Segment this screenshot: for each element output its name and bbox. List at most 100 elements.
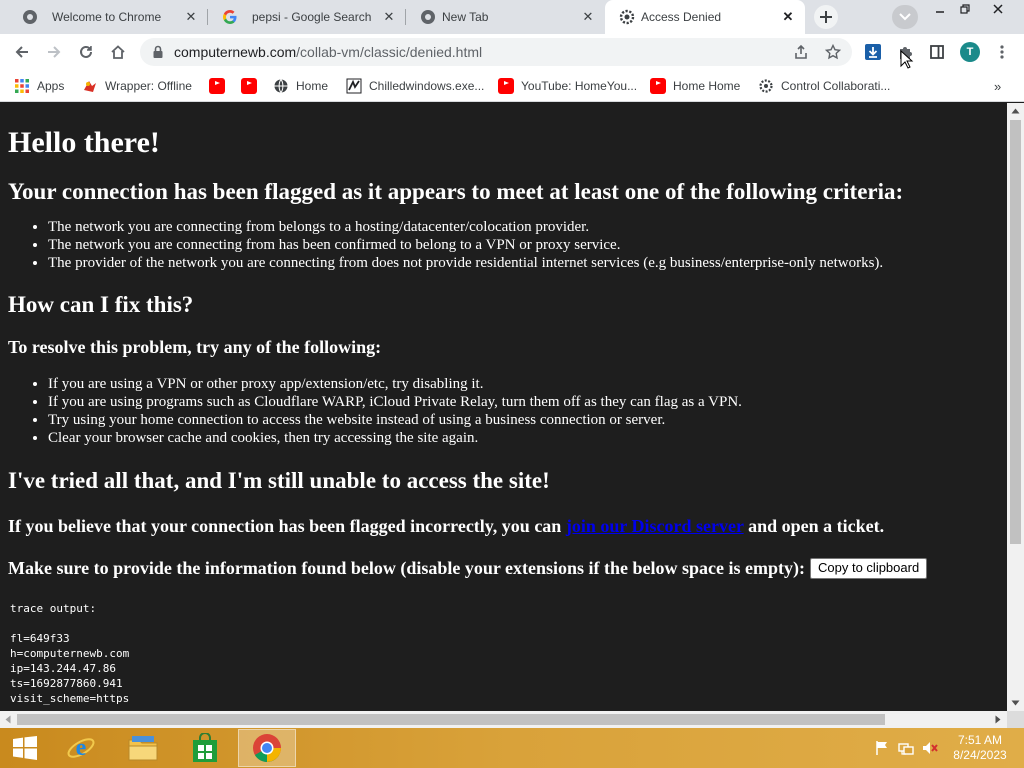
list-item: The network you are connecting from belo… xyxy=(48,218,999,236)
close-icon xyxy=(993,4,1003,14)
criteria-list: The network you are connecting from belo… xyxy=(8,218,999,272)
bookmark-chilledwindows[interactable]: Chilledwindows.exe... xyxy=(346,77,484,95)
incorrect-flag-text: If you believe that your connection has … xyxy=(8,515,999,537)
page-heading: Hello there! xyxy=(8,126,160,159)
menu-button[interactable] xyxy=(992,42,1012,62)
new-tab-button[interactable] xyxy=(814,5,838,29)
scroll-down-icon[interactable] xyxy=(1011,700,1020,706)
close-window-button[interactable] xyxy=(982,0,1014,18)
flagged-heading: Your connection has been flagged as it a… xyxy=(8,179,904,204)
start-button[interactable] xyxy=(0,729,50,767)
collab-icon xyxy=(759,79,773,93)
bookmark-label: Home xyxy=(296,79,329,93)
url-path: /collab-vm/classic/denied.html xyxy=(296,44,483,60)
youtube-icon xyxy=(209,78,225,94)
trace-line: fl=649f33 xyxy=(10,632,70,645)
bookmark-control-collaboration[interactable]: Control Collaborati... xyxy=(758,77,890,95)
forward-button[interactable] xyxy=(42,40,66,64)
discord-link[interactable]: join our Discord server xyxy=(566,516,744,536)
restore-button[interactable] xyxy=(950,0,980,18)
horizontal-scrollbar[interactable] xyxy=(0,711,1007,728)
svg-text:e: e xyxy=(76,735,87,761)
page-content: Hello there! Your connection has been fl… xyxy=(0,103,1007,711)
globe-icon xyxy=(274,79,288,93)
bookmark-youtube-1[interactable] xyxy=(209,77,232,95)
bookmarks-bar: Apps Wrapper: Offline Home Chilledwindow… xyxy=(0,70,1024,102)
incorrect-suffix: and open a ticket. xyxy=(748,516,885,536)
trace-output: trace output: fl=649f33 h=computernewb.co… xyxy=(10,601,999,706)
url-host: computernewb.com xyxy=(174,44,297,60)
clock-date: 8/24/2023 xyxy=(953,748,1007,762)
star-icon[interactable] xyxy=(825,44,841,60)
bookmark-label: Apps xyxy=(37,79,65,93)
store-icon xyxy=(193,733,217,762)
youtube-icon xyxy=(498,78,514,94)
gear-icon xyxy=(619,9,635,25)
reload-button[interactable] xyxy=(74,40,98,64)
volume-muted-icon[interactable] xyxy=(922,740,938,756)
scroll-left-icon[interactable] xyxy=(5,715,11,724)
incorrect-prefix: If you believe that your connection has … xyxy=(8,516,562,536)
copy-to-clipboard-button[interactable]: Copy to clipboard xyxy=(810,557,928,579)
provide-info-label: Make sure to provide the information fou… xyxy=(8,558,806,578)
tab-access-denied[interactable]: Access Denied ✕ xyxy=(605,0,805,34)
bookmark-home[interactable]: Home xyxy=(273,77,328,95)
bookmark-label: Home Home xyxy=(673,79,741,93)
url-text[interactable]: computernewb.com/collab-vm/classic/denie… xyxy=(174,44,482,60)
back-button[interactable] xyxy=(10,40,34,64)
reload-icon xyxy=(80,45,92,58)
taskbar-file-explorer[interactable] xyxy=(114,729,172,767)
horizontal-scroll-thumb[interactable] xyxy=(17,714,885,725)
tab-search-button[interactable] xyxy=(892,5,918,29)
browser-toolbar: computernewb.com/collab-vm/classic/denie… xyxy=(0,34,1024,70)
share-icon[interactable] xyxy=(793,44,809,60)
tab-close-icon[interactable]: ✕ xyxy=(183,9,199,25)
home-icon xyxy=(111,45,125,59)
folder-icon xyxy=(128,736,158,761)
tab-close-icon[interactable]: ✕ xyxy=(381,9,397,25)
list-item: If you are using programs such as Cloudf… xyxy=(48,393,999,411)
taskbar-clock[interactable]: 7:51 AM 8/24/2023 xyxy=(946,733,1014,763)
bookmark-wrapper-offline[interactable]: Wrapper: Offline xyxy=(82,77,192,95)
list-item: The provider of the network you are conn… xyxy=(48,254,999,272)
chrome-icon xyxy=(421,10,435,24)
tab-strip: Welcome to Chrome ✕ pepsi - Google Searc… xyxy=(0,0,1024,34)
download-extension-button[interactable] xyxy=(863,42,883,62)
internet-explorer-icon: e xyxy=(67,735,95,761)
download-icon xyxy=(865,44,881,60)
provide-info-text: Make sure to provide the information fou… xyxy=(8,557,999,579)
vertical-scroll-thumb[interactable] xyxy=(1010,120,1021,544)
tab-pepsi[interactable]: pepsi - Google Search ✕ xyxy=(208,0,406,34)
bookmark-youtube-homeyou[interactable]: YouTube: HomeYou... xyxy=(498,77,637,95)
chrome-icon xyxy=(23,10,37,24)
bookmark-label: Wrapper: Offline xyxy=(105,79,192,93)
plus-icon xyxy=(820,11,832,23)
minimize-icon xyxy=(936,11,944,13)
scroll-right-icon[interactable] xyxy=(995,715,1001,724)
profile-avatar[interactable]: T xyxy=(960,42,980,62)
bookmark-youtube-2[interactable] xyxy=(241,77,264,95)
flag-icon[interactable] xyxy=(874,740,890,756)
tab-new-tab[interactable]: New Tab ✕ xyxy=(406,0,605,34)
taskbar-internet-explorer[interactable]: e xyxy=(52,729,110,767)
bookmarks-overflow-button[interactable]: » xyxy=(994,77,1001,95)
youtube-icon xyxy=(241,78,257,94)
taskbar-store[interactable] xyxy=(176,729,234,767)
tab-title: pepsi - Google Search xyxy=(252,10,372,24)
wrapper-icon xyxy=(84,81,96,92)
network-icon[interactable] xyxy=(898,740,914,756)
list-item: Clear your browser cache and cookies, th… xyxy=(48,429,999,447)
vertical-scrollbar[interactable] xyxy=(1007,103,1024,711)
taskbar-chrome[interactable] xyxy=(238,729,296,767)
tab-welcome[interactable]: Welcome to Chrome ✕ xyxy=(8,0,208,34)
tab-close-icon[interactable]: ✕ xyxy=(580,9,596,25)
tab-close-icon[interactable]: ✕ xyxy=(780,9,796,25)
tab-title: Access Denied xyxy=(641,10,722,24)
address-bar[interactable]: computernewb.com/collab-vm/classic/denie… xyxy=(140,38,852,66)
side-panel-button[interactable] xyxy=(927,42,947,62)
bookmark-home-home[interactable]: Home Home xyxy=(650,77,740,95)
scroll-up-icon[interactable] xyxy=(1011,108,1020,114)
trace-label: trace output: xyxy=(10,602,97,615)
bookmark-apps[interactable]: Apps xyxy=(14,77,64,95)
home-button[interactable] xyxy=(106,40,130,64)
